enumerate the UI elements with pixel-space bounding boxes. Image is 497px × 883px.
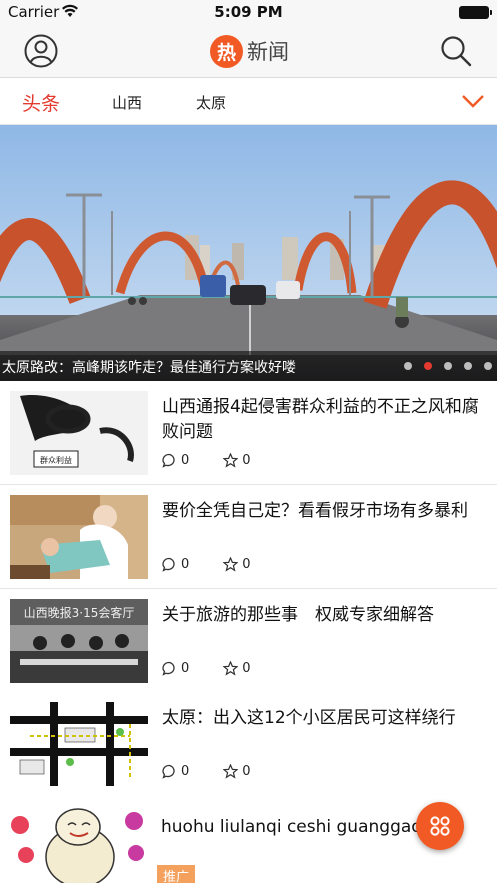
ad-title: huohu liulanqi ceshi guanggao xyxy=(161,817,422,837)
news-thumbnail: 山西晚报3·15会客厅 xyxy=(10,599,148,683)
comment-count: 0 xyxy=(181,763,190,779)
news-item[interactable]: 要价全凭自己定？看看假牙市场有多暴利 0 0 xyxy=(0,485,497,589)
comment-icon[interactable] xyxy=(162,661,177,676)
carousel-dot-active[interactable] xyxy=(424,362,432,370)
status-bar: Carrier 5:09 PM xyxy=(0,0,497,24)
carousel-dot[interactable] xyxy=(444,362,452,370)
chevron-down-icon[interactable] xyxy=(461,93,485,109)
news-meta: 0 0 xyxy=(162,451,251,469)
page-title: 新闻 xyxy=(247,40,289,64)
news-thumbnail: 群众利益 xyxy=(10,391,148,475)
star-icon[interactable] xyxy=(223,763,239,779)
news-thumbnail xyxy=(10,702,148,786)
comment-count: 0 xyxy=(181,556,190,572)
carousel-dot[interactable] xyxy=(404,362,412,370)
nav-bar: 热 新闻 xyxy=(0,24,497,78)
news-title: 太原：出入这12个小区居民可这样绕行 xyxy=(162,708,456,728)
hero-carousel[interactable]: 太原路改：高峰期该咋走？最佳通行方案收好喽 xyxy=(0,125,497,381)
news-meta: 0 0 xyxy=(162,555,251,573)
ad-badge: 推广 xyxy=(157,865,196,883)
favorite-count: 0 xyxy=(242,660,251,676)
banner-text: 山西晚报3·15会客厅 xyxy=(24,605,135,620)
hero-image xyxy=(0,125,497,381)
news-title: 要价全凭自己定？看看假牙市场有多暴利 xyxy=(162,501,468,521)
news-thumbnail xyxy=(10,495,148,579)
news-item[interactable]: 群众利益 山西通报4起侵害群众利益的不正之风和腐败问题 0 0 xyxy=(0,381,497,485)
favorite-count: 0 xyxy=(242,556,251,572)
star-icon[interactable] xyxy=(223,660,239,676)
user-profile-icon[interactable] xyxy=(24,34,58,68)
favorite-count: 0 xyxy=(242,452,251,468)
grid-menu-icon xyxy=(430,816,450,836)
news-meta: 0 0 xyxy=(162,762,251,780)
logo-badge: 热 xyxy=(210,34,243,68)
news-item[interactable]: 太原：出入这12个小区居民可这样绕行 0 0 xyxy=(0,692,497,796)
star-icon[interactable] xyxy=(223,556,239,572)
tab-taiyuan[interactable]: 太原 xyxy=(196,92,226,113)
carousel-indicator xyxy=(392,362,492,370)
comment-icon[interactable] xyxy=(162,764,177,779)
news-title: 关于旅游的那些事 权威专家细解答 xyxy=(162,605,434,625)
star-icon[interactable] xyxy=(223,452,239,468)
hero-caption-bar: 太原路改：高峰期该咋走？最佳通行方案收好喽 xyxy=(0,351,497,381)
tab-headlines[interactable]: 头条 xyxy=(22,89,60,116)
search-icon[interactable] xyxy=(439,34,473,68)
carousel-dot[interactable] xyxy=(484,362,492,370)
clock: 5:09 PM xyxy=(214,3,283,21)
comment-count: 0 xyxy=(181,660,190,676)
category-tabs: 头条 山西 太原 xyxy=(0,79,497,125)
ad-thumbnail xyxy=(10,805,148,883)
news-meta: 0 0 xyxy=(162,659,251,677)
carousel-dot[interactable] xyxy=(464,362,472,370)
favorite-count: 0 xyxy=(242,763,251,779)
floating-menu-button[interactable] xyxy=(416,802,464,850)
cartoon-label: 群众利益 xyxy=(40,455,72,465)
news-item[interactable]: 山西晚报3·15会客厅 关于旅游的那些事 权威专家细解答 0 0 xyxy=(0,589,497,693)
comment-icon[interactable] xyxy=(162,453,177,468)
tab-shanxi[interactable]: 山西 xyxy=(112,92,142,113)
comment-icon[interactable] xyxy=(162,557,177,572)
comment-count: 0 xyxy=(181,452,190,468)
news-title: 山西通报4起侵害群众利益的不正之风和腐败问题 xyxy=(162,397,479,442)
app-logo: 热 新闻 xyxy=(210,33,289,69)
hero-caption: 太原路改：高峰期该咋走？最佳通行方案收好喽 xyxy=(2,360,296,376)
battery-icon xyxy=(459,6,492,19)
